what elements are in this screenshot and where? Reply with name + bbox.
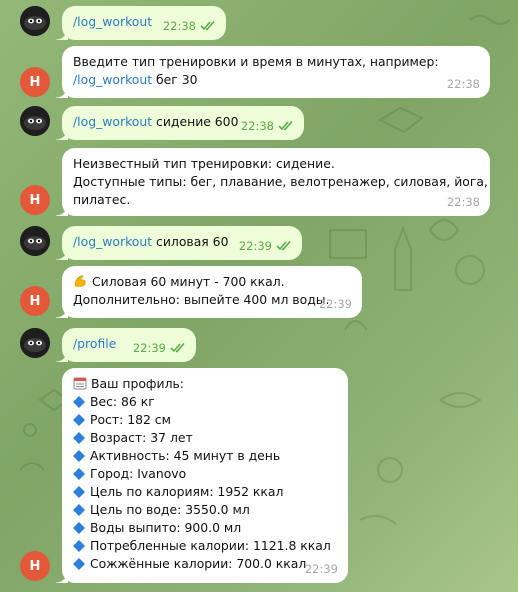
user-avatar[interactable]: Н <box>20 551 50 581</box>
message-meta: 22:39 <box>133 339 186 357</box>
message-text: Введите тип тренировки и время в минутах… <box>73 54 439 69</box>
user-avatar[interactable]: Н <box>20 185 50 215</box>
double-check-icon <box>276 241 291 251</box>
double-check-icon <box>170 343 185 353</box>
message-meta: 22:39 <box>319 295 352 313</box>
bot-avatar-face-icon <box>20 226 50 256</box>
message-text: Неизвестный тип тренировки: сидение. <box>73 156 335 171</box>
message-bubble[interactable]: /profile 22:39 <box>56 328 196 362</box>
blue-diamond-icon <box>72 503 86 517</box>
message-text: силовая 60 <box>152 234 229 249</box>
message-meta: 22:39 <box>305 560 338 578</box>
message-meta: 22:38 <box>241 117 294 135</box>
command-link[interactable]: /log_workout <box>73 14 152 29</box>
message-time: 22:39 <box>238 239 272 253</box>
profile-item: Цель по воде: 3550.0 мл <box>90 502 250 517</box>
message-meta: 22:38 <box>163 17 216 35</box>
message-text: пилатес. <box>73 192 131 207</box>
bot-avatar-face-icon <box>20 328 50 358</box>
user-avatar[interactable]: Н <box>20 67 50 97</box>
message-text: Доступные типы: бег, плавание, велотрена… <box>73 174 488 189</box>
bot-avatar[interactable] <box>20 328 50 358</box>
message-time: 22:38 <box>162 19 196 33</box>
profile-item: Рост: 182 см <box>90 412 171 427</box>
blue-diamond-icon <box>72 449 86 463</box>
message-meta: 22:38 <box>447 193 480 211</box>
blue-diamond-icon <box>72 521 86 535</box>
profile-title: Ваш профиль: <box>91 376 184 391</box>
bot-avatar-face-icon <box>20 6 50 36</box>
message-bubble[interactable]: Введите тип тренировки и время в минутах… <box>56 46 490 98</box>
message-bubble[interactable]: /log_workout 22:38 <box>56 6 226 40</box>
message-bubble[interactable]: /log_workout сидение 600 22:38 <box>56 106 304 140</box>
message-text: Дополнительно: выпейте 400 мл воды. <box>73 292 330 307</box>
message-time: 22:38 <box>446 77 480 91</box>
message-meta: 22:38 <box>447 75 480 93</box>
double-check-icon <box>278 121 293 131</box>
profile-item: Активность: 45 минут в день <box>90 448 281 463</box>
command-link[interactable]: /profile <box>73 336 116 351</box>
message-meta: 22:39 <box>239 237 292 255</box>
message-bubble[interactable]: /log_workout силовая 60 22:39 <box>56 226 302 260</box>
blue-diamond-icon <box>72 395 86 409</box>
profile-item: Вес: 86 кг <box>90 394 155 409</box>
blue-diamond-icon <box>72 467 86 481</box>
double-check-icon <box>200 21 215 31</box>
blue-diamond-icon <box>72 557 86 571</box>
profile-item: Цель по калориям: 1952 ккал <box>90 484 284 499</box>
bot-avatar[interactable] <box>20 6 50 36</box>
flexed-biceps-icon <box>74 275 86 287</box>
message-time: 22:39 <box>304 562 338 576</box>
profile-item: Сожжённые калории: 700.0 ккал <box>90 556 307 571</box>
message-text: бег 30 <box>152 72 198 87</box>
message-time: 22:39 <box>318 297 352 311</box>
profile-item: Воды выпито: 900.0 мл <box>90 520 242 535</box>
message-text: Силовая 60 минут - 700 ккал. <box>92 274 285 289</box>
blue-diamond-icon <box>72 539 86 553</box>
bot-avatar[interactable] <box>20 106 50 136</box>
message-time: 22:38 <box>446 195 480 209</box>
bot-avatar[interactable] <box>20 226 50 256</box>
command-link[interactable]: /log_workout <box>73 72 152 87</box>
user-avatar[interactable]: Н <box>20 286 50 316</box>
message-time: 22:39 <box>132 341 166 355</box>
bot-avatar-face-icon <box>20 106 50 136</box>
blue-diamond-icon <box>72 413 86 427</box>
profile-item: Потребленные калории: 1121.8 ккал <box>90 538 331 553</box>
message-bubble[interactable]: Силовая 60 минут - 700 ккал. Дополнитель… <box>56 266 362 318</box>
blue-diamond-icon <box>72 431 86 445</box>
command-link[interactable]: /log_workout <box>73 114 152 129</box>
profile-item: Город: Ivanovo <box>90 466 187 481</box>
message-bubble[interactable]: Неизвестный тип тренировки: сидение. Дос… <box>56 148 490 216</box>
message-time: 22:38 <box>240 119 274 133</box>
blue-diamond-icon <box>72 485 86 499</box>
profile-item: Возраст: 37 лет <box>90 430 193 445</box>
calendar-icon <box>73 377 87 390</box>
message-text: сидение 600 <box>152 114 239 129</box>
command-link[interactable]: /log_workout <box>73 234 152 249</box>
profile-message-bubble[interactable]: Ваш профиль: Вес: 86 кг Рост: 182 см Воз… <box>56 368 348 583</box>
